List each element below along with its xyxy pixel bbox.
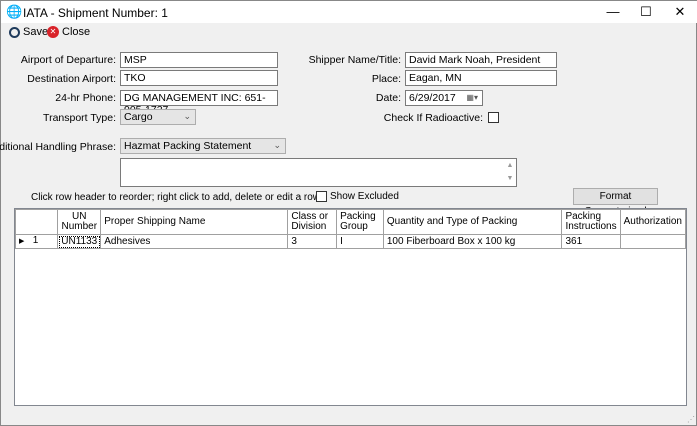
resize-grip-icon[interactable]: ⋰ — [687, 415, 695, 424]
cell-class[interactable]: 3 — [287, 234, 338, 249]
window-title: IATA - Shipment Number: 1 — [23, 6, 168, 20]
close-button[interactable]: ✕ Close — [47, 26, 90, 38]
row-header[interactable]: ▶ 1 — [14, 234, 59, 249]
shipper-input[interactable]: David Mark Noah, President — [405, 52, 557, 68]
format-computerized-button[interactable]: Format Computerized — [573, 188, 658, 217]
row-number: 1 — [32, 235, 39, 246]
save-button[interactable]: Save — [9, 26, 48, 38]
transport-type-select[interactable]: Cargo ⌄ — [120, 109, 196, 125]
cell-packing-instructions[interactable]: 361 — [561, 234, 621, 249]
date-value: 6/29/2017 — [409, 92, 456, 104]
save-label: Save — [23, 26, 49, 38]
handling-text-area[interactable] — [120, 158, 517, 187]
place-input[interactable]: Eagan, MN — [405, 70, 557, 86]
column-header[interactable]: Proper Shipping Name — [100, 209, 289, 235]
grid-table: UN Number Proper Shipping Name Class or … — [14, 209, 687, 249]
maximize-button[interactable]: ☐ — [629, 1, 663, 23]
cell-quantity[interactable]: 100 Fiberboard Box x 100 kg — [382, 234, 563, 249]
destination-airport-label: Destination Airport: — [27, 73, 116, 85]
cell-packing-group[interactable]: I — [336, 234, 384, 249]
phone-label: 24-hr Phone: — [55, 92, 116, 104]
transport-type-label: Transport Type: — [43, 112, 116, 124]
handling-phrase-select[interactable]: Hazmat Packing Statement ⌄ — [120, 138, 286, 154]
row-header-corner — [14, 209, 59, 235]
textarea-scrollbar[interactable]: ▲ ▼ — [504, 159, 516, 186]
column-header[interactable]: Packing Group — [336, 209, 384, 235]
show-excluded-label: Show Excluded — [330, 191, 399, 202]
save-icon — [9, 26, 20, 38]
airport-departure-label: Airport of Departure: — [20, 54, 116, 66]
shipment-grid: UN Number Proper Shipping Name Class or … — [14, 208, 687, 406]
show-excluded-checkbox[interactable] — [316, 191, 327, 202]
cell-shipping-name[interactable]: Adhesives — [100, 234, 289, 249]
calendar-icon[interactable]: ▦▾ — [466, 92, 478, 104]
radioactive-label: Check If Radioactive: — [383, 112, 483, 124]
minimize-button[interactable]: — — [596, 1, 630, 23]
date-picker[interactable]: 6/29/2017 ▦▾ — [405, 90, 483, 106]
close-window-button[interactable]: ✕ — [663, 1, 697, 23]
column-header[interactable]: Packing Instructions — [561, 209, 621, 235]
shipper-label: Shipper Name/Title: — [308, 54, 401, 66]
current-row-arrow-icon: ▶ — [19, 238, 25, 245]
cell-un-number[interactable]: UN1133 — [57, 234, 102, 249]
column-header[interactable]: Class or Division — [287, 209, 338, 235]
handling-phrase-value: Hazmat Packing Statement — [124, 140, 252, 152]
table-row[interactable]: ▶ 1 UN1133 Adhesives 3 I 100 Fiberboard … — [14, 234, 687, 249]
column-header[interactable]: Authorization — [619, 209, 687, 235]
date-label: Date: — [375, 92, 401, 104]
header-row: UN Number Proper Shipping Name Class or … — [14, 209, 687, 235]
column-header[interactable]: Quantity and Type of Packing — [382, 209, 563, 235]
grid-hint: Click row header to reorder; right click… — [31, 192, 323, 203]
globe-icon: 🌐 — [6, 4, 23, 19]
place-label: Place: — [371, 73, 401, 85]
chevron-down-icon: ⌄ — [273, 140, 281, 150]
transport-type-value: Cargo — [124, 111, 153, 123]
close-icon: ✕ — [47, 26, 59, 38]
chevron-down-icon: ⌄ — [183, 111, 191, 121]
toolbar: Save ✕ Close — [1, 23, 697, 41]
handling-phrase-label: Additional Handling Phrase: — [0, 141, 116, 153]
column-header[interactable]: UN Number — [57, 209, 102, 235]
radioactive-checkbox[interactable] — [488, 112, 499, 123]
cell-authorization[interactable] — [619, 234, 687, 249]
close-label: Close — [62, 26, 91, 38]
title-bar: 🌐 IATA - Shipment Number: 1 — ☐ ✕ — [1, 1, 697, 23]
